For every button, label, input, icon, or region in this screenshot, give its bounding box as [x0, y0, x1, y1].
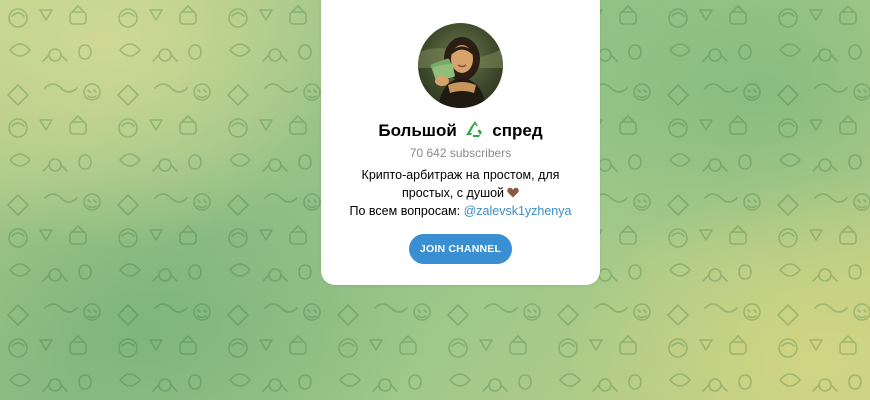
channel-avatar — [418, 23, 503, 108]
channel-title-part1: Большой — [378, 121, 457, 140]
channel-title-part2: спред — [492, 121, 543, 140]
channel-title: Большой спред — [321, 119, 600, 142]
subscriber-count: 70 642 subscribers — [409, 146, 512, 160]
description-line2-prefix: По всем вопросам: — [349, 204, 461, 218]
brown-heart-icon — [507, 187, 519, 198]
channel-card: Большой спред 70 642 subscribers Крипто-… — [321, 0, 600, 285]
recycle-icon — [465, 121, 482, 137]
description-line1: Крипто-арбитраж на простом, для простых,… — [361, 168, 560, 200]
channel-description: Крипто-арбитраж на простом, для простых,… — [335, 166, 586, 220]
contact-username-link[interactable]: @zalevsk1yzhenya — [464, 204, 572, 218]
join-channel-button[interactable]: JOIN CHANNEL — [409, 234, 512, 264]
